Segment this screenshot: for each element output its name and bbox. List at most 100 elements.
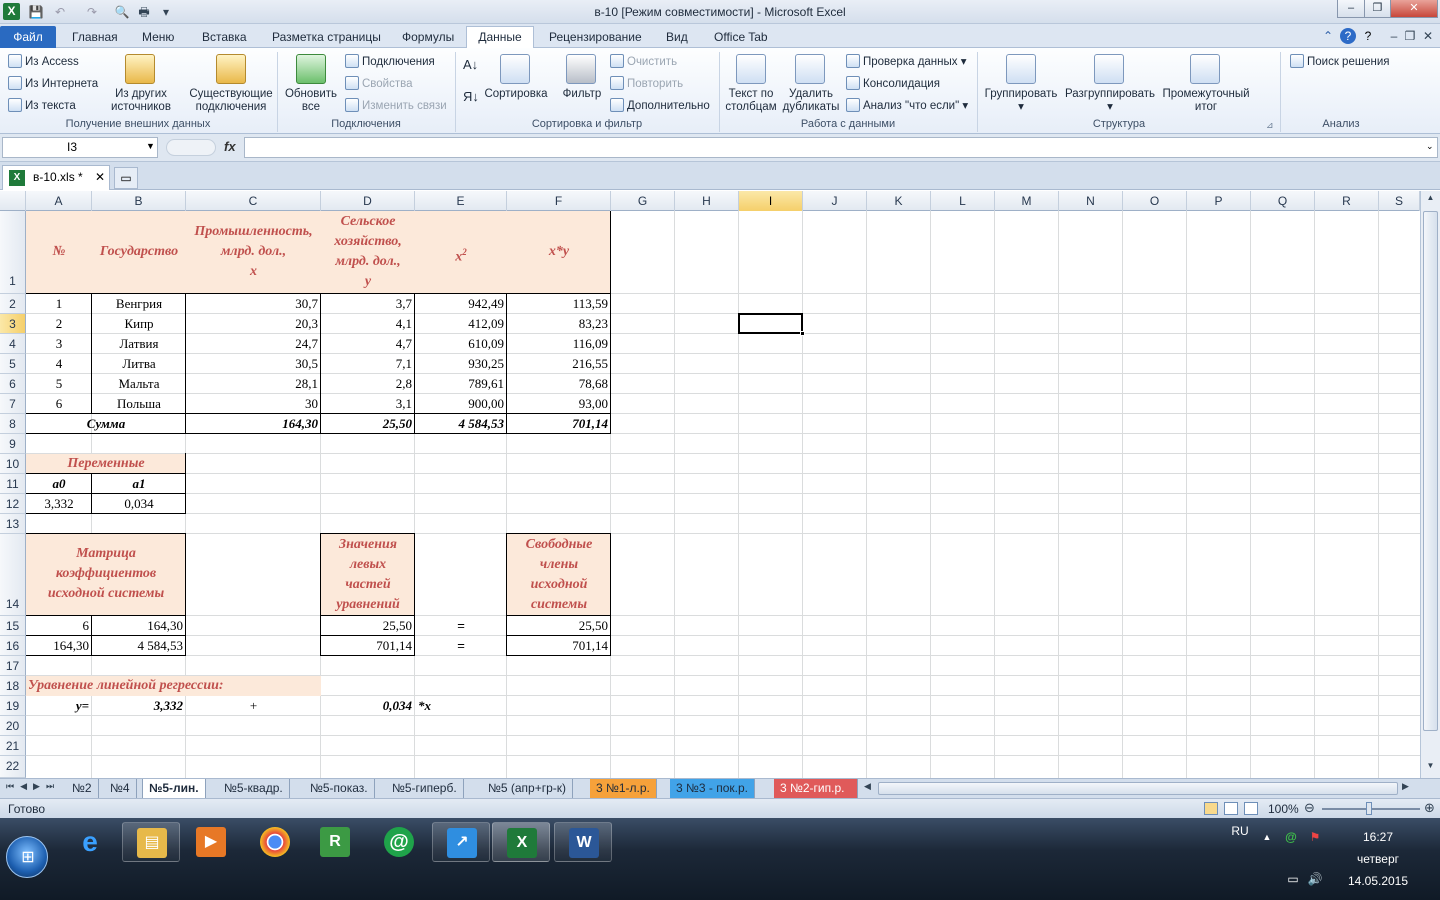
regression-a0[interactable]: 3,332 <box>92 696 186 716</box>
page-break-view-icon[interactable] <box>1244 802 1258 815</box>
column-header[interactable]: F <box>507 191 611 211</box>
remote-app[interactable]: R <box>306 822 364 862</box>
column-header[interactable]: L <box>931 191 995 211</box>
consolidate-button[interactable]: Консолидация <box>846 76 940 91</box>
cell[interactable]: 2 <box>26 314 92 334</box>
formula-input[interactable] <box>244 137 1438 158</box>
workbook-tab[interactable]: X в-10.xls * ✕ <box>2 165 110 190</box>
what-if-button[interactable]: Анализ "что если" ▾ <box>846 98 968 113</box>
column-header[interactable]: G <box>611 191 675 211</box>
cell[interactable]: 93,00 <box>507 394 611 414</box>
cell[interactable]: 5 <box>26 374 92 394</box>
tab-review[interactable]: Рецензирование <box>543 28 648 48</box>
column-header[interactable]: M <box>995 191 1059 211</box>
matrix-cell[interactable]: 6 <box>26 616 92 636</box>
a1-label[interactable]: a1 <box>92 474 186 494</box>
sum-x[interactable]: 164,30 <box>186 414 321 434</box>
cell[interactable]: 83,23 <box>507 314 611 334</box>
cell[interactable]: 4 <box>26 354 92 374</box>
row-header[interactable]: 14 <box>0 534 26 616</box>
cell[interactable]: Венгрия <box>92 294 186 314</box>
sum-y[interactable]: 25,50 <box>321 414 415 434</box>
tab-page-layout[interactable]: Разметка страницы <box>266 28 387 48</box>
tab-view[interactable]: Вид <box>660 28 694 48</box>
regression-x[interactable]: *x <box>418 696 510 716</box>
from-access-button[interactable]: Из Access <box>8 54 79 69</box>
outline-dialog-launcher-icon[interactable]: ⊿ <box>1266 118 1274 132</box>
sheet-tab[interactable]: №4 <box>104 779 137 798</box>
excel-app[interactable]: X <box>492 822 550 862</box>
fill-handle[interactable] <box>800 331 805 336</box>
a0-label[interactable]: a0 <box>26 474 92 494</box>
sheet-tab[interactable]: 3 №2-гип.р. <box>774 779 858 798</box>
clock-date[interactable]: 14.05.2015 <box>1338 874 1418 888</box>
help-text-icon[interactable]: ? <box>1360 28 1376 44</box>
row-header[interactable]: 9 <box>0 434 26 454</box>
cell[interactable]: 6 <box>26 394 92 414</box>
row-header[interactable]: 1 <box>0 211 26 294</box>
scroll-down-icon[interactable]: ▼ <box>1423 761 1438 775</box>
row-header[interactable]: 18 <box>0 676 26 696</box>
row-header[interactable]: 12 <box>0 494 26 514</box>
vertical-scrollbar[interactable]: ▲ ▼ <box>1420 191 1440 778</box>
cell[interactable]: 20,3 <box>186 314 321 334</box>
browser-app[interactable]: ↗ <box>432 822 490 862</box>
column-header[interactable]: P <box>1187 191 1251 211</box>
network-icon[interactable]: ▭ <box>1284 872 1302 886</box>
remove-duplicates-button[interactable]: Удалить дубликаты <box>780 88 842 114</box>
row-header[interactable]: 13 <box>0 514 26 534</box>
row-header[interactable]: 2 <box>0 294 26 314</box>
cell[interactable]: 7,1 <box>321 354 415 374</box>
cell[interactable]: 942,49 <box>415 294 507 314</box>
column-header-selected[interactable]: I <box>739 191 803 211</box>
expand-formula-bar-icon[interactable]: ⌄ <box>1426 141 1434 152</box>
subtotal-button[interactable]: Промежуточный итог <box>1158 88 1254 114</box>
tab-menu[interactable]: Меню <box>136 28 180 48</box>
properties-button[interactable]: Свойства <box>345 76 413 91</box>
reapply-button[interactable]: Повторить <box>610 76 683 91</box>
sort-az-icon[interactable]: A↓ <box>463 58 478 72</box>
cell[interactable]: 2,8 <box>321 374 415 394</box>
cell[interactable]: 30 <box>186 394 321 414</box>
equals-sign[interactable]: = <box>415 616 507 636</box>
row-header[interactable]: 11 <box>0 474 26 494</box>
data-validation-button[interactable]: Проверка данных ▾ <box>846 54 967 69</box>
cell[interactable]: Мальта <box>92 374 186 394</box>
row-header[interactable]: 16 <box>0 636 26 656</box>
zoom-out-icon[interactable]: ⊖ <box>1304 800 1315 816</box>
internet-explorer-icon[interactable]: e <box>72 822 108 862</box>
refresh-all-button[interactable]: Обновить все <box>280 88 342 114</box>
cell[interactable]: 610,09 <box>415 334 507 354</box>
show-hidden-icons-icon[interactable]: ▲ <box>1260 832 1274 842</box>
column-header[interactable]: A <box>26 191 92 211</box>
hscroll-right-icon[interactable]: ▶ <box>1402 781 1409 792</box>
cell[interactable]: 789,61 <box>415 374 507 394</box>
zoom-in-icon[interactable]: ⊕ <box>1424 800 1435 816</box>
help-icon[interactable]: ? <box>1340 28 1356 44</box>
cell[interactable]: 1 <box>26 294 92 314</box>
cell[interactable]: 216,55 <box>507 354 611 374</box>
cell[interactable]: 30,7 <box>186 294 321 314</box>
column-header[interactable]: Q <box>1251 191 1315 211</box>
scroll-thumb[interactable] <box>1423 211 1438 731</box>
column-header[interactable]: H <box>675 191 739 211</box>
column-header[interactable]: E <box>415 191 507 211</box>
cell[interactable]: Кипр <box>92 314 186 334</box>
sheet-tab-active[interactable]: №5-лин. <box>142 779 206 798</box>
hscroll-left-icon[interactable]: ◀ <box>864 781 871 792</box>
horizontal-scroll-thumb[interactable] <box>878 782 1398 795</box>
tab-formulas[interactable]: Формулы <box>396 28 460 48</box>
doc-minimize-icon[interactable]: – <box>1386 28 1402 44</box>
row-header[interactable]: 15 <box>0 616 26 636</box>
sheet-tab[interactable]: №5-показ. <box>304 779 375 798</box>
cell[interactable]: 3,7 <box>321 294 415 314</box>
cell[interactable]: Латвия <box>92 334 186 354</box>
row-header[interactable]: 22 <box>0 756 26 778</box>
cell[interactable]: 412,09 <box>415 314 507 334</box>
row-header[interactable]: 7 <box>0 394 26 414</box>
name-box[interactable]: I3 <box>2 137 158 158</box>
normal-view-icon[interactable] <box>1204 802 1218 815</box>
cell[interactable]: 930,25 <box>415 354 507 374</box>
row-header[interactable]: 5 <box>0 354 26 374</box>
sort-za-icon[interactable]: Я↓ <box>463 90 479 104</box>
